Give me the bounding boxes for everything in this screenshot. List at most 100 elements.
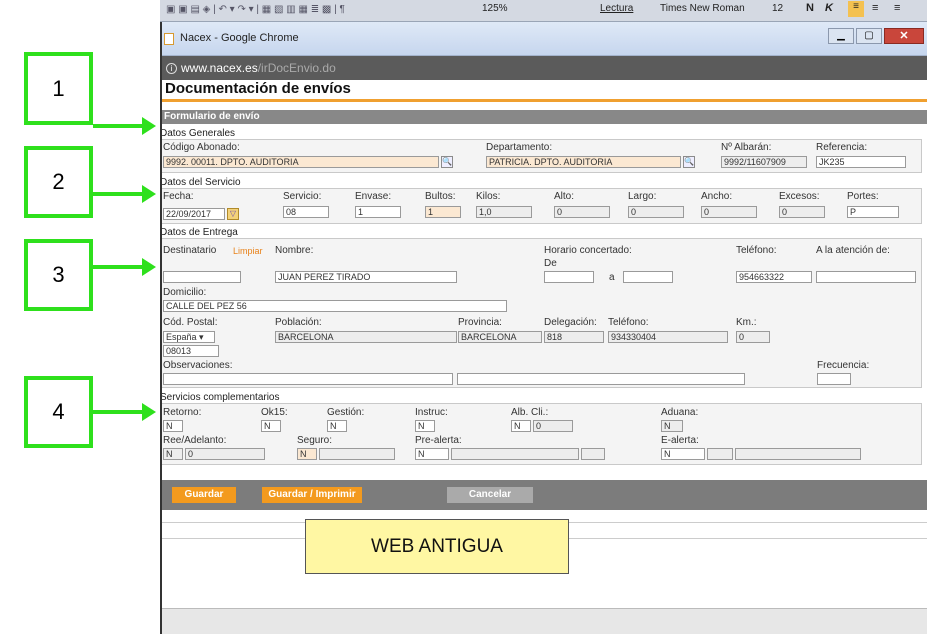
codigo-abonado-input[interactable]: 9992. 00011. DPTO. AUDITORIA xyxy=(163,156,439,168)
kilos-input[interactable]: 1,0 xyxy=(476,206,532,218)
minimize-button[interactable]: ▁ xyxy=(828,28,854,44)
ree-input[interactable]: N xyxy=(163,448,183,460)
destinatario-input[interactable] xyxy=(163,271,241,283)
atencion-input[interactable] xyxy=(816,271,916,283)
annotation-arrowhead-2 xyxy=(142,185,156,203)
ealerta-field-3[interactable] xyxy=(735,448,861,460)
albaran-input: 9992/11607909 xyxy=(721,156,807,168)
url-path: /irDocEnvio.do xyxy=(257,61,336,75)
prealerta-field-2[interactable] xyxy=(451,448,579,460)
web-antigua-banner: WEB ANTIGUA xyxy=(305,519,569,574)
bultos-input[interactable]: 1 xyxy=(425,206,461,218)
poblacion-input: BARCELONA xyxy=(275,331,457,343)
provincia-label: Provincia: xyxy=(458,317,502,328)
bold-icon[interactable]: N xyxy=(806,2,814,14)
guardar-imprimir-button[interactable]: Guardar / Imprimir xyxy=(262,487,362,503)
horario-de-input[interactable] xyxy=(544,271,594,283)
annotation-box-1: 1 xyxy=(24,52,93,125)
prealerta-label: Pre-alerta: xyxy=(415,435,462,446)
largo-input[interactable]: 0 xyxy=(628,206,684,218)
section-title-servicios: Servicios complementarios xyxy=(160,392,280,403)
kilos-label: Kilos: xyxy=(476,191,501,202)
window-left-border xyxy=(160,22,162,634)
atencion-label: A la atención de: xyxy=(816,245,890,256)
align-center-icon[interactable]: ≡ xyxy=(872,2,878,14)
align-right-icon[interactable]: ≡ xyxy=(894,2,900,14)
seguro-input[interactable]: N xyxy=(297,448,317,460)
search-icon[interactable]: 🔍 xyxy=(683,156,695,168)
zoom-select[interactable]: 125% xyxy=(482,3,508,14)
servicio-input[interactable]: 08 xyxy=(283,206,329,218)
delegacion-label: Delegación: xyxy=(544,317,597,328)
telefono-input[interactable]: 954663322 xyxy=(736,271,812,283)
limpiar-link[interactable]: Limpiar xyxy=(233,246,263,256)
fecha-input[interactable]: 22/09/2017 xyxy=(163,208,225,220)
annotation-box-2: 2 xyxy=(24,146,93,218)
provincia-input: BARCELONA xyxy=(458,331,542,343)
font-size-select[interactable]: 12 xyxy=(772,3,783,14)
referencia-label: Referencia: xyxy=(816,142,868,153)
pais-select[interactable]: España ▾ xyxy=(163,331,215,343)
ok15-input[interactable]: N xyxy=(261,420,281,432)
italic-icon[interactable]: K xyxy=(825,2,833,14)
ok15-label: Ok15: xyxy=(261,407,288,418)
portes-input[interactable]: P xyxy=(847,206,899,218)
nombre-input[interactable]: JUAN PEREZ TIRADO xyxy=(275,271,457,283)
ancho-input[interactable]: 0 xyxy=(701,206,757,218)
cancelar-button[interactable]: Cancelar xyxy=(447,487,533,503)
domicilio-input[interactable]: CALLE DEL PEZ 56 xyxy=(163,300,507,312)
page-title: Documentación de envíos xyxy=(160,80,927,102)
maximize-button[interactable]: ▢ xyxy=(856,28,882,44)
address-bar[interactable]: i www.nacex.es/irDocEnvio.do xyxy=(160,56,927,80)
bultos-label: Bultos: xyxy=(425,191,456,202)
horario-a-input[interactable] xyxy=(623,271,673,283)
fecha-label: Fecha: xyxy=(163,191,194,202)
calendar-dropdown-icon[interactable]: ▽ xyxy=(227,208,239,220)
excesos-input[interactable]: 0 xyxy=(779,206,825,218)
ealerta-field-2[interactable] xyxy=(707,448,733,460)
button-bar: Guardar Guardar / Imprimir Cancelar xyxy=(160,480,927,510)
prealerta-input[interactable]: N xyxy=(415,448,449,460)
aduana-input[interactable]: N xyxy=(661,420,683,432)
observaciones-input-1[interactable] xyxy=(163,373,453,385)
info-icon[interactable]: i xyxy=(166,62,177,74)
envase-label: Envase: xyxy=(355,191,392,202)
instruc-input[interactable]: N xyxy=(415,420,435,432)
font-name-select[interactable]: Times New Roman xyxy=(660,3,745,14)
section-servicios-complementarios: Retorno: N Ok15: N Gestión: N Instruc: N… xyxy=(160,403,922,465)
gestion-label: Gestión: xyxy=(327,407,365,418)
telefono2-input: 934330404 xyxy=(608,331,728,343)
ree-number-input[interactable]: 0 xyxy=(185,448,265,460)
observaciones-input-2[interactable] xyxy=(457,373,745,385)
ancho-label: Ancho: xyxy=(701,191,733,202)
section-datos-servicio: Fecha: 22/09/2017 ▽ Servicio: 08 Envase:… xyxy=(160,188,922,224)
search-icon[interactable]: 🔍 xyxy=(441,156,453,168)
referencia-input[interactable]: JK235 xyxy=(816,156,906,168)
codigo-abonado-label: Código Abonado: xyxy=(163,142,240,153)
albcli-input[interactable]: N xyxy=(511,420,531,432)
horario-label: Horario concertado: xyxy=(544,245,632,256)
cp-input[interactable]: 08013 xyxy=(163,345,219,357)
retorno-input[interactable]: N xyxy=(163,420,183,432)
km-input: 0 xyxy=(736,331,770,343)
albcli-number-input[interactable]: 0 xyxy=(533,420,573,432)
departamento-input[interactable]: PATRICIA. DPTO. AUDITORIA xyxy=(486,156,681,168)
window-title: Nacex - Google Chrome xyxy=(180,32,299,44)
seguro-label: Seguro: xyxy=(297,435,333,446)
align-icon[interactable]: ≡ xyxy=(848,1,864,17)
seguro-amount-input[interactable] xyxy=(319,448,395,460)
reading-button[interactable]: Lectura xyxy=(600,3,633,14)
frecuencia-input[interactable] xyxy=(817,373,851,385)
guardar-button[interactable]: Guardar xyxy=(172,487,236,503)
departamento-label: Departamento: xyxy=(486,142,553,153)
envase-input[interactable]: 1 xyxy=(355,206,401,218)
close-button[interactable]: ✕ xyxy=(884,28,924,44)
poblacion-label: Población: xyxy=(275,317,322,328)
ealerta-input[interactable]: N xyxy=(661,448,705,460)
alto-input[interactable]: 0 xyxy=(554,206,610,218)
gestion-input[interactable]: N xyxy=(327,420,347,432)
prealerta-field-3[interactable] xyxy=(581,448,605,460)
servicio-label: Servicio: xyxy=(283,191,322,202)
annotation-arrow-1 xyxy=(93,124,143,128)
retorno-label: Retorno: xyxy=(163,407,202,418)
